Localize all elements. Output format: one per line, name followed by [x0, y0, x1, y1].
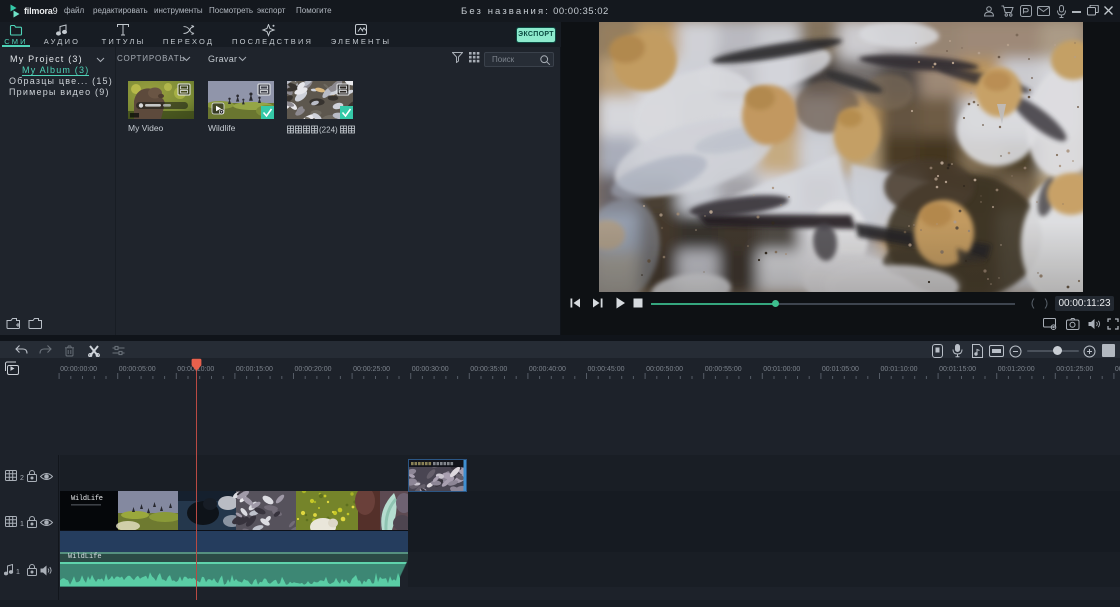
svg-text:00:00:20:00: 00:00:20:00 — [295, 366, 332, 373]
svg-text:00:00:40:00: 00:00:40:00 — [529, 366, 566, 373]
svg-text:00:01:25:00: 00:01:25:00 — [1056, 366, 1093, 373]
svg-text:00:00:35:00: 00:00:35:00 — [470, 366, 507, 373]
svg-text:00:00:55:00: 00:00:55:00 — [705, 366, 742, 373]
svg-text:00:00:30:00: 00:00:30:00 — [412, 366, 449, 373]
svg-text:00:01:30:00: 00:01:30:00 — [1115, 366, 1120, 373]
svg-text:(224): (224) — [319, 126, 338, 135]
svg-text:00:01:10:00: 00:01:10:00 — [881, 366, 918, 373]
svg-text:1: 1 — [16, 569, 20, 576]
svg-text:00:01:20:00: 00:01:20:00 — [998, 366, 1035, 373]
svg-text:00:00:00:00: 00:00:00:00 — [60, 366, 97, 373]
svg-text:00:00:50:00: 00:00:50:00 — [646, 366, 683, 373]
svg-text:00:00:45:00: 00:00:45:00 — [588, 366, 625, 373]
svg-text:00:01:00:00: 00:01:00:00 — [763, 366, 800, 373]
svg-text:1: 1 — [20, 521, 24, 528]
svg-text:00:00:15:00: 00:00:15:00 — [236, 366, 273, 373]
svg-text:00:00:05:00: 00:00:05:00 — [119, 366, 156, 373]
svg-text:00:00:25:00: 00:00:25:00 — [353, 366, 390, 373]
svg-text:WildLife: WildLife — [71, 495, 103, 503]
svg-text:00:01:15:00: 00:01:15:00 — [939, 366, 976, 373]
svg-text:2: 2 — [20, 475, 24, 482]
svg-text:00:01:05:00: 00:01:05:00 — [822, 366, 859, 373]
